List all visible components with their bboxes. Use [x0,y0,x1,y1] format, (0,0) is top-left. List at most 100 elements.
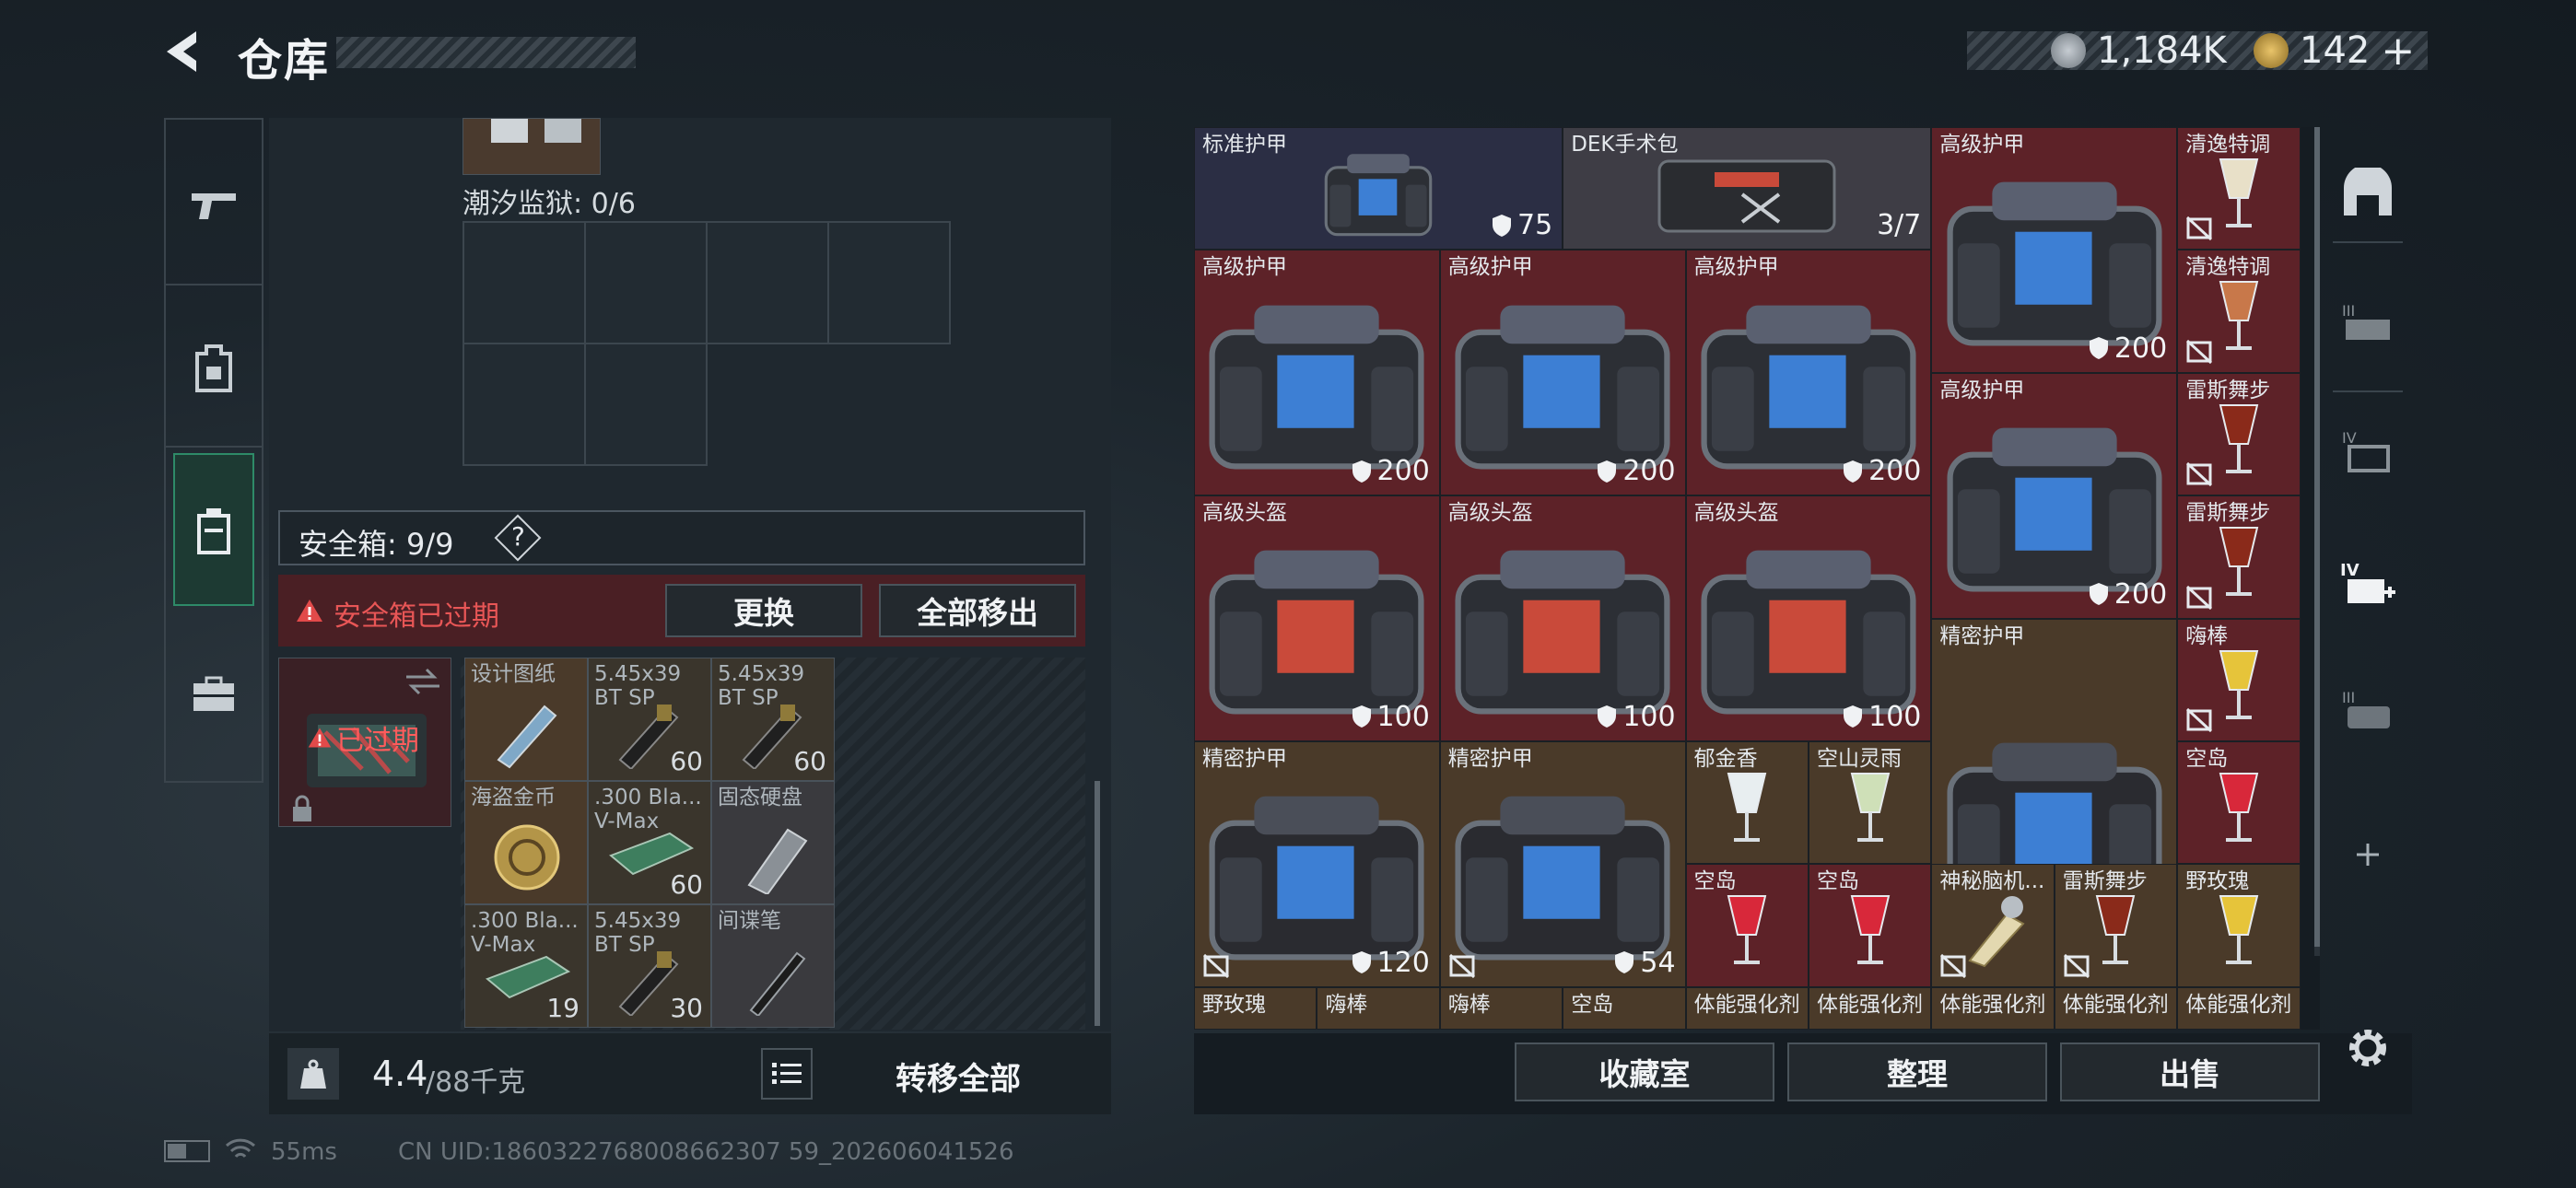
scrollbar[interactable] [1095,781,1100,1026]
replace-button[interactable]: 更换 [665,584,862,637]
add-gold-button[interactable]: + [2381,28,2415,75]
safe-item[interactable]: 5.45x39 BT SP 60 [588,658,711,781]
item-name: 精密护甲 [1202,747,1287,771]
item-image [2211,764,2266,851]
stash-item[interactable]: 高级护甲 200 [1194,250,1440,496]
stash-item[interactable]: 空岛 [2177,741,2301,865]
stash-item[interactable]: 高级护甲 200 [1931,127,2178,373]
stash-item[interactable]: 精密护甲 120 [1194,741,1440,987]
svg-text:III: III [2342,689,2355,706]
item-value: 200 [1843,455,1921,487]
safe-item[interactable]: 海盗金币 [464,781,588,904]
case-tab-icon[interactable] [177,658,251,731]
item-name: 神秘脑机... [1939,869,2045,894]
stash-item[interactable]: 嗨棒 [2177,618,2301,741]
stash-item[interactable]: 空山灵雨 [1809,741,1932,865]
slot[interactable] [584,343,708,466]
stash-item[interactable]: 体能强化剂 [1809,986,1932,1030]
stash-item[interactable]: 体能强化剂 [1931,986,2055,1030]
stash-item[interactable]: 体能强化剂 [2054,986,2178,1030]
item-value: 120 [1352,947,1430,979]
stash-item[interactable]: DEK手术包 3/7 [1563,127,1932,250]
back-icon[interactable] [161,28,209,76]
stash-item[interactable]: 雷斯舞步 [2054,864,2178,987]
stash-item[interactable]: 高级头盔 100 [1439,495,1686,741]
stash-tab-3-icon[interactable]: III [2336,293,2399,355]
stash-item[interactable]: 空岛 [1563,986,1686,1030]
item-name: DEK手术包 [1571,133,1679,157]
stash-item[interactable]: 高级头盔 100 [1194,495,1440,741]
stash-item[interactable]: 嗨棒 [1439,986,1563,1030]
stash-item[interactable]: 雷斯舞步 [2177,495,2301,619]
add-tab-icon[interactable] [2336,823,2399,886]
stash-item[interactable]: 空岛 [1685,864,1809,987]
no-insure-icon [2185,585,2213,611]
no-insure-icon [1202,953,1230,979]
stash-item[interactable]: 高级护甲 200 [1439,250,1686,496]
stash-item[interactable]: 嗨棒 [1317,986,1440,1030]
swap-icon[interactable] [404,668,441,695]
transfer-all-button[interactable]: 转移全部 [896,1054,1021,1099]
stash-item[interactable]: 郁金香 [1685,741,1809,865]
safe-item[interactable]: .300 Bla... V-Max 60 [588,781,711,904]
gear-tab-icon[interactable] [177,332,251,405]
sell-button[interactable]: 出售 [2060,1042,2320,1101]
slot[interactable] [827,221,951,344]
partial-items[interactable] [463,118,601,175]
no-insure-icon [1448,953,1476,979]
durability-shield-icon [1352,460,1371,483]
stash-item[interactable]: 精密护甲 54 [1439,741,1686,987]
backpack-tab-icon[interactable] [177,494,251,567]
stash-tab-add-4-icon[interactable]: IV [2336,554,2399,617]
remove-all-button[interactable]: 全部移出 [879,584,1076,637]
safe-item[interactable]: 间谍笔 [711,904,835,1028]
safe-item[interactable]: 5.45x39 BT SP 30 [588,904,711,1028]
stash-item[interactable]: 野玫瑰 [1194,986,1317,1030]
item-value: 200 [2089,332,2167,365]
weapon-tab-icon[interactable] [177,169,251,243]
stash-item[interactable]: 神秘脑机... [1931,864,2055,987]
stash-item[interactable]: 标准护甲 75 [1194,127,1563,250]
title-decoration [336,37,636,68]
safe-item[interactable]: 5.45x39 BT SP 60 [711,658,835,781]
safe-box-case[interactable]: 已过期 [278,658,451,827]
item-name: 高级护甲 [1202,255,1287,280]
item-name: 野玫瑰 [2185,869,2250,894]
stash-item[interactable]: 野玫瑰 [2177,864,2301,987]
stash-item[interactable]: 高级护甲 200 [1685,250,1932,496]
sort-button[interactable]: 整理 [1787,1042,2047,1101]
help-icon[interactable]: ? [511,521,525,552]
ping: 55ms [271,1138,337,1166]
stash-item[interactable]: 清逸特调 [2177,250,2301,373]
list-view-button[interactable] [761,1048,813,1100]
stash-item[interactable]: 雷斯舞步 [2177,372,2301,496]
no-insure-icon [2185,707,2213,733]
collection-button[interactable]: 收藏室 [1515,1042,1774,1101]
stash-item[interactable]: 清逸特调 [2177,127,2301,250]
item-image [2211,518,2266,605]
durability-shield-icon [1493,214,1511,237]
durability-shield-icon [2089,583,2108,606]
stash-tab-4-icon[interactable]: IV [2336,420,2399,483]
item-value-text: 200 [2113,577,2168,611]
safe-item[interactable]: 固态硬盘 [711,781,835,904]
slot[interactable] [584,221,708,344]
item-qty: 60 [670,869,703,900]
stash-item[interactable]: 高级护甲 200 [1931,372,2178,619]
stash-item[interactable]: 高级头盔 100 [1685,495,1932,741]
stash-tab-3b-icon[interactable]: III [2336,680,2399,742]
stash-item[interactable]: 体能强化剂 [1685,986,1809,1030]
gold-currency[interactable]: 142 + [2254,28,2415,75]
slot[interactable] [463,343,586,466]
item-image [1318,146,1438,246]
safe-item[interactable]: 设计图纸 [464,658,588,781]
stash-item[interactable]: 体能强化剂 [2177,986,2301,1030]
safe-item[interactable]: .300 Bla... V-Max 19 [464,904,588,1028]
stash-item[interactable]: 空岛 [1809,864,1932,987]
settings-gear-icon[interactable] [2342,1022,2394,1074]
item-value: 3/7 [1877,209,1921,241]
stash-scrollbar[interactable] [2314,127,2320,956]
slot[interactable] [463,221,586,344]
slot[interactable] [706,221,829,344]
stash-home-icon[interactable] [2336,162,2399,225]
